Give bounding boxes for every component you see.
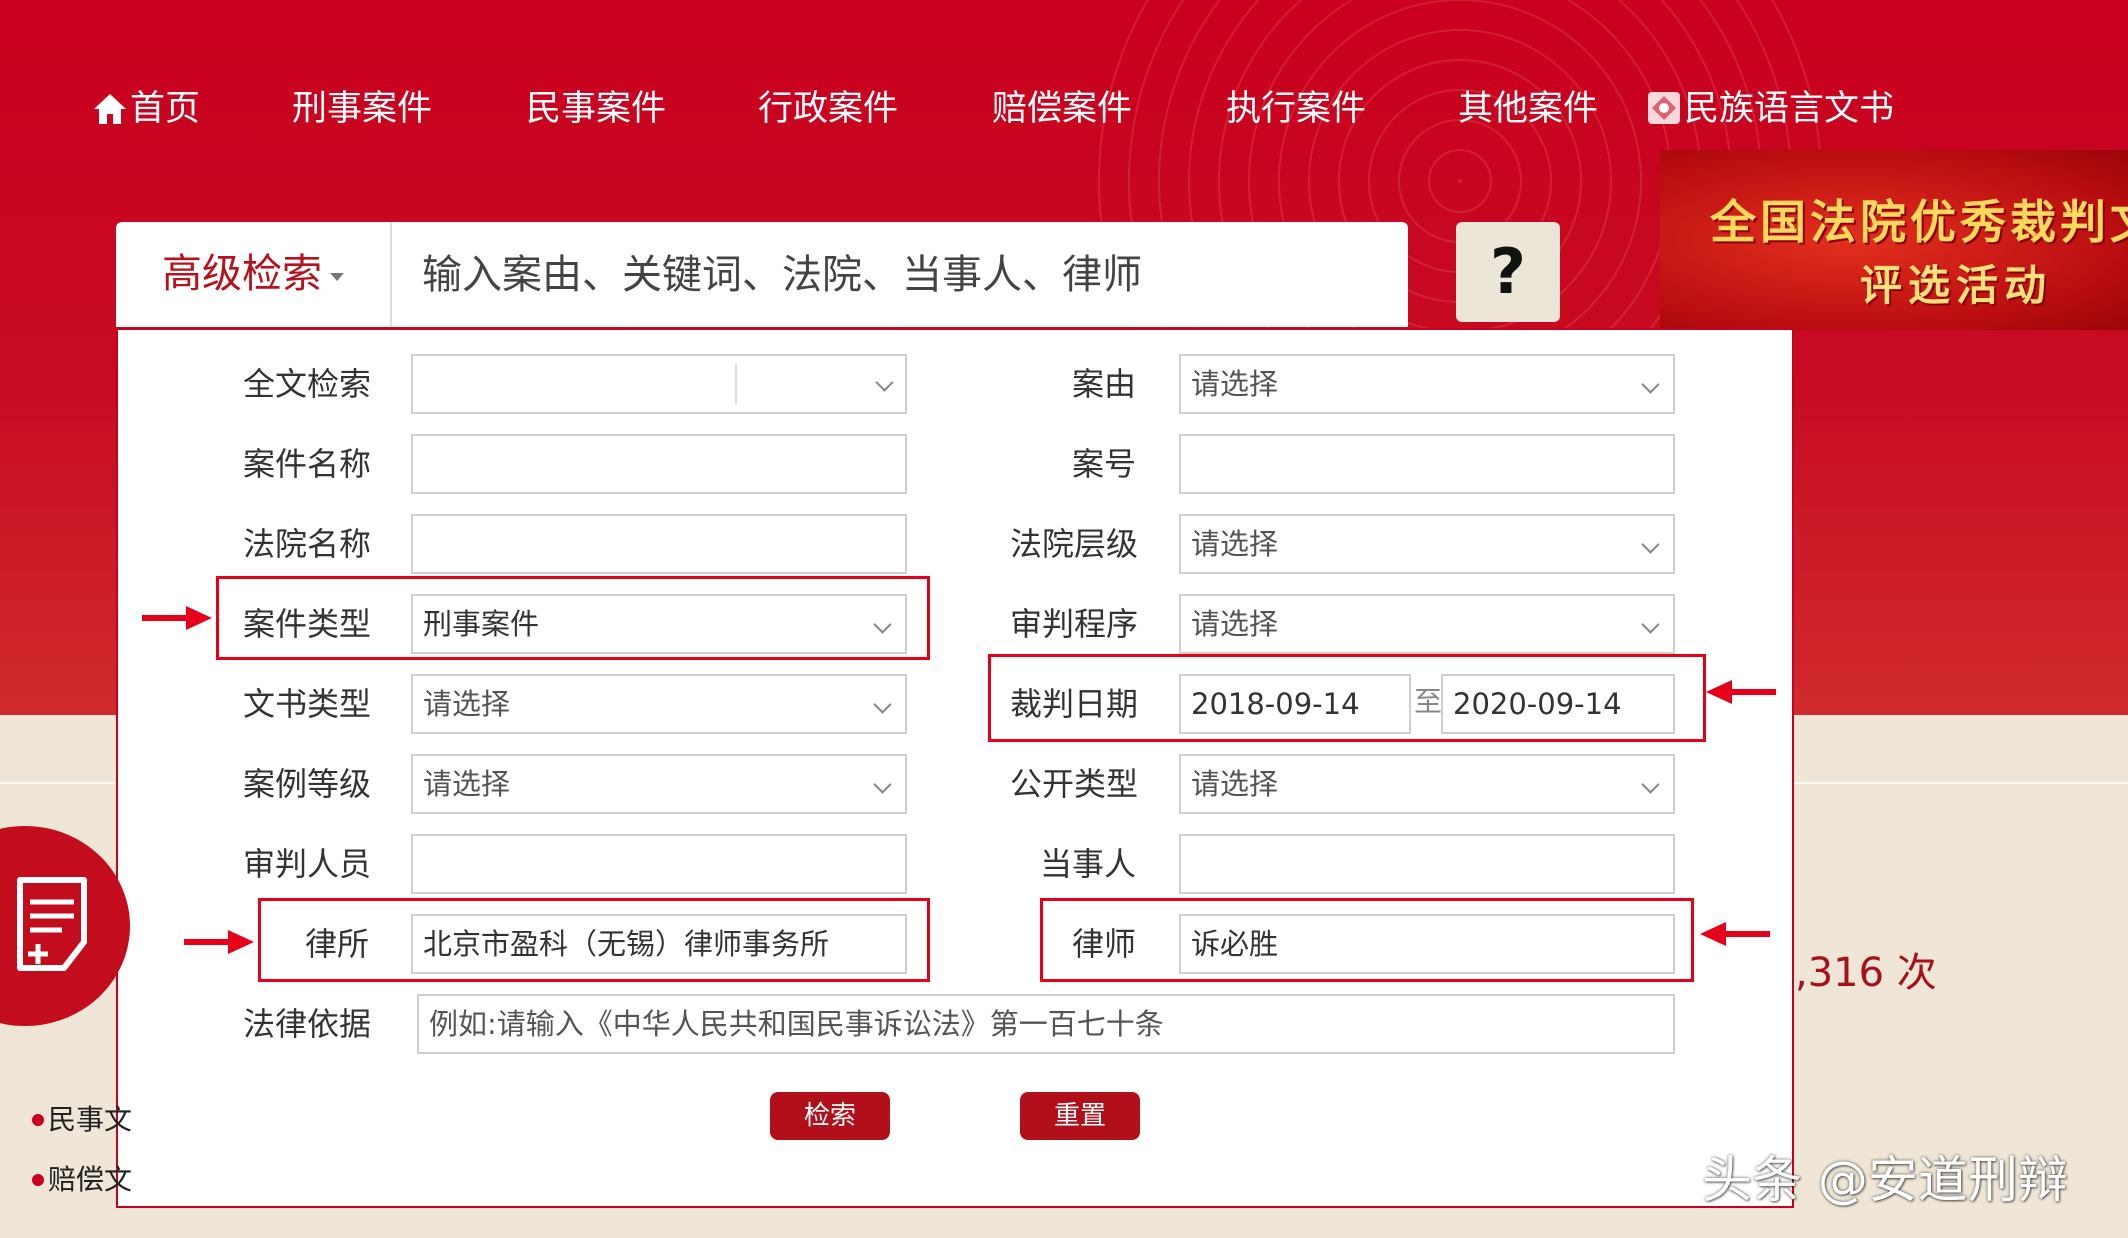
fulltext-scope-select[interactable]: 全文 xyxy=(853,354,907,414)
divider xyxy=(735,364,737,404)
trial-procedure-value: 请选择 xyxy=(1191,607,1279,641)
caret-down-icon xyxy=(330,273,344,281)
nav-criminal[interactable]: 刑事案件 xyxy=(292,84,432,134)
nav-minority-label: 民族语言文书 xyxy=(1684,89,1895,129)
visit-count: ,316 次 xyxy=(1795,950,1937,996)
legal-basis-label: 法律依据 xyxy=(243,1005,372,1043)
court-level-select[interactable]: 请选择 xyxy=(1179,514,1675,574)
court-name-label: 法院名称 xyxy=(243,525,372,563)
arrow-left-icon xyxy=(1706,680,1776,704)
nav-civil[interactable]: 民事案件 xyxy=(526,84,666,134)
arrow-right-icon xyxy=(142,606,212,630)
trial-procedure-select[interactable]: 请选择 xyxy=(1179,594,1675,654)
judgment-date-label: 裁判日期 xyxy=(1010,685,1139,723)
nav-compensation[interactable]: 赔偿案件 xyxy=(992,84,1132,134)
list-item-label: 赔偿文 xyxy=(48,1163,133,1196)
lawyer-label: 律师 xyxy=(1072,925,1137,963)
nav-home[interactable]: 首页 xyxy=(92,84,200,134)
case-level-value: 请选择 xyxy=(423,767,511,801)
case-number-input[interactable] xyxy=(1179,434,1675,494)
legal-basis-placeholder: 例如:请输入《中华人民共和国民事诉讼法》第一百七十条 xyxy=(429,1007,1164,1041)
watermark: 头条 @安道刑辩 xyxy=(1702,1151,2068,1209)
law-firm-value: 北京市盈科（无锡）律师事务所 xyxy=(423,927,830,961)
reset-button[interactable]: 重置 xyxy=(1020,1092,1140,1140)
minority-language-icon xyxy=(1648,92,1680,124)
document-add-icon[interactable] xyxy=(12,876,92,976)
doc-type-label: 文书类型 xyxy=(243,685,372,723)
search-button[interactable]: 检索 xyxy=(770,1092,890,1140)
help-button[interactable]: ? xyxy=(1456,222,1560,322)
arrow-left-icon xyxy=(1700,922,1770,946)
lawyer-input[interactable]: 诉必胜 xyxy=(1179,914,1675,974)
case-type-label: 案件类型 xyxy=(243,605,372,643)
date-separator: 至 xyxy=(1414,685,1443,718)
court-name-input[interactable] xyxy=(411,514,907,574)
list-item-label: 民事文 xyxy=(48,1103,133,1136)
search-bar: 高级检索 xyxy=(116,222,1408,327)
court-level-value: 请选择 xyxy=(1191,527,1279,561)
party-input[interactable] xyxy=(1179,834,1675,894)
case-name-input[interactable] xyxy=(411,434,907,494)
law-firm-input[interactable]: 北京市盈科（无锡）律师事务所 xyxy=(411,914,907,974)
nav-execution[interactable]: 执行案件 xyxy=(1226,84,1366,134)
case-type-select[interactable]: 刑事案件 xyxy=(411,594,907,654)
nav-administrative[interactable]: 行政案件 xyxy=(758,84,898,134)
advanced-search-label: 高级检索 xyxy=(162,251,322,297)
judges-label: 审判人员 xyxy=(243,845,372,883)
case-name-label: 案件名称 xyxy=(243,445,372,483)
trial-procedure-label: 审判程序 xyxy=(1010,605,1139,643)
lawyer-value: 诉必胜 xyxy=(1191,927,1279,961)
list-item[interactable]: 民事文 xyxy=(32,1098,132,1138)
list-item[interactable]: 赔偿文 xyxy=(32,1158,132,1198)
publicity-type-value: 请选择 xyxy=(1191,767,1279,801)
case-number-label: 案号 xyxy=(1072,445,1137,483)
judgment-date-from[interactable]: 2018-09-14 xyxy=(1179,674,1411,734)
main-search-input[interactable] xyxy=(394,222,1404,327)
doc-type-select[interactable]: 请选择 xyxy=(411,674,907,734)
bullet-icon xyxy=(32,1114,44,1126)
legal-basis-input[interactable]: 例如:请输入《中华人民共和国民事诉讼法》第一百七十条 xyxy=(417,994,1675,1054)
judges-input[interactable] xyxy=(411,834,907,894)
case-cause-select[interactable]: 请选择 xyxy=(1179,354,1675,414)
court-level-label: 法院层级 xyxy=(1010,525,1139,563)
nav-home-label: 首页 xyxy=(130,89,201,129)
case-type-value: 刑事案件 xyxy=(423,607,540,641)
doc-type-value: 请选择 xyxy=(423,687,511,721)
party-label: 当事人 xyxy=(1040,845,1137,883)
case-cause-value: 请选择 xyxy=(1191,367,1279,401)
case-level-label: 案例等级 xyxy=(243,765,372,803)
nav-minority-language[interactable]: 民族语言文书 xyxy=(1646,84,1894,134)
banner-subtitle: 评选活动 xyxy=(1860,261,2053,310)
law-firm-label: 律所 xyxy=(305,925,370,963)
judgment-date-to[interactable]: 2020-09-14 xyxy=(1441,674,1675,734)
banner-title: 全国法院优秀裁判文 xyxy=(1710,195,2128,249)
fulltext-input[interactable] xyxy=(411,354,907,414)
promo-banner[interactable]: 全国法院优秀裁判文 评选活动 xyxy=(1660,150,2128,330)
judgment-date-from-value: 2018-09-14 xyxy=(1191,687,1360,721)
fulltext-label: 全文检索 xyxy=(243,365,372,403)
home-icon xyxy=(94,94,126,124)
bullet-icon xyxy=(32,1174,44,1186)
judgment-date-to-value: 2020-09-14 xyxy=(1453,687,1622,721)
arrow-right-icon xyxy=(184,930,254,954)
publicity-type-label: 公开类型 xyxy=(1010,765,1139,803)
publicity-type-select[interactable]: 请选择 xyxy=(1179,754,1675,814)
case-level-select[interactable]: 请选择 xyxy=(411,754,907,814)
nav-other[interactable]: 其他案件 xyxy=(1458,84,1598,134)
case-cause-label: 案由 xyxy=(1072,365,1137,403)
advanced-search-panel: 全文检索 全文 案由 请选择 案件名称 案号 法院名称 法院层级 请选择 案件类… xyxy=(116,328,1794,1208)
advanced-search-toggle[interactable]: 高级检索 xyxy=(116,222,392,327)
